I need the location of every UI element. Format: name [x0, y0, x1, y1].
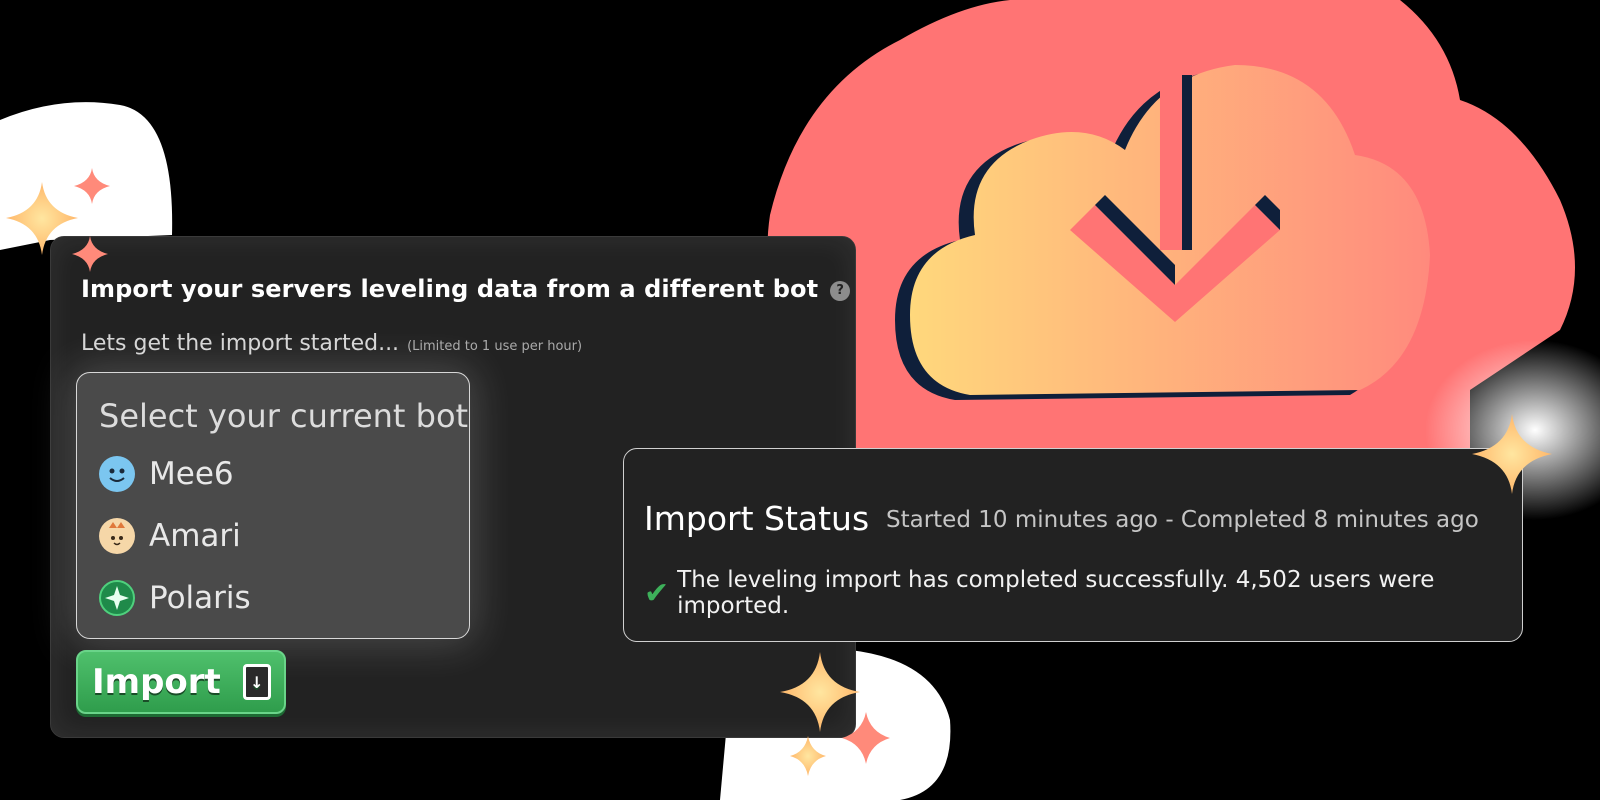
mee6-icon	[99, 456, 135, 492]
bot-option-mee6[interactable]: Mee6	[99, 456, 234, 492]
check-icon: ✔	[644, 575, 670, 611]
polaris-icon	[99, 580, 135, 616]
import-status-panel: Import Status Started 10 minutes ago - C…	[623, 448, 1523, 642]
import-file-icon: ↓	[242, 664, 271, 700]
bot-name: Mee6	[149, 456, 234, 492]
status-title: Import Status	[644, 499, 870, 538]
bot-selector-title: Select your current bot	[99, 397, 469, 435]
import-title: Import your servers leveling data from a…	[81, 275, 851, 303]
import-title-text: Import your servers leveling data from a…	[81, 275, 819, 303]
status-message-text: The leveling import has completed succes…	[677, 567, 1435, 619]
bot-name: Amari	[149, 518, 241, 554]
help-icon[interactable]: ?	[830, 281, 851, 301]
import-button[interactable]: Import ↓	[76, 650, 286, 714]
import-subtitle: Lets get the import started... (Limited t…	[81, 331, 582, 356]
status-timestamp: Started 10 minutes ago - Completed 8 min…	[886, 507, 1479, 533]
import-button-label: Import	[92, 662, 221, 702]
bot-name: Polaris	[149, 580, 251, 616]
bot-selector[interactable]: Select your current bot Mee6 Amari Polar…	[76, 372, 470, 639]
status-message: ✔ The leveling import has completed succ…	[644, 567, 1522, 619]
cloud-download-icon	[895, 60, 1430, 400]
subtitle-text: Lets get the import started...	[81, 331, 400, 356]
bot-option-amari[interactable]: Amari	[99, 518, 241, 554]
white-blob-left	[0, 102, 173, 250]
bot-option-polaris[interactable]: Polaris	[99, 580, 251, 616]
rate-limit-note: (Limited to 1 use per hour)	[407, 339, 583, 354]
amari-icon	[99, 518, 135, 554]
